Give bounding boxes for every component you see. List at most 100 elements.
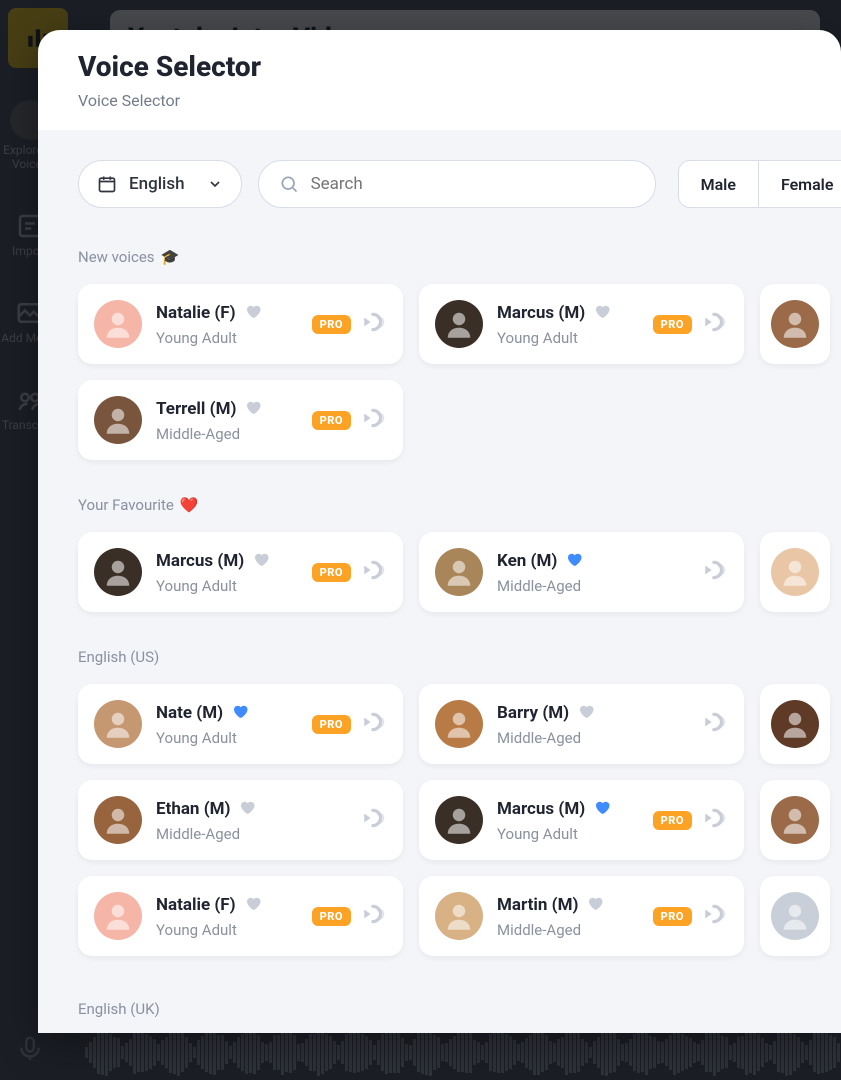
voice-avatar	[771, 892, 819, 940]
filter-bar: English Male Female	[78, 160, 841, 208]
play-preview-button[interactable]	[361, 405, 387, 435]
voice-name: Ethan (M)	[156, 799, 230, 819]
voice-card[interactable]: Barry (M) Middle-Aged	[419, 684, 744, 764]
voice-selector-modal: Voice Selector Voice Selector English Ma…	[38, 30, 841, 1033]
section-emoji: 🎓	[161, 248, 180, 266]
pro-badge: PRO	[312, 563, 351, 582]
voice-card[interactable]: Ethan (M) Middle-Aged	[78, 780, 403, 860]
segment-female[interactable]: Female	[759, 160, 841, 208]
favorite-heart-icon[interactable]	[231, 702, 249, 725]
favorite-heart-icon[interactable]	[565, 550, 583, 573]
play-preview-button[interactable]	[361, 805, 387, 835]
voice-age: Young Adult	[156, 577, 312, 595]
favorite-heart-icon[interactable]	[577, 702, 595, 725]
voice-name: Marcus (M)	[497, 799, 585, 819]
section-label-en-uk: English (UK)	[78, 1000, 841, 1018]
play-preview-button[interactable]	[702, 557, 728, 587]
favorite-heart-icon[interactable]	[244, 894, 262, 917]
voice-age: Young Adult	[156, 921, 312, 939]
voice-age: Young Adult	[497, 329, 653, 347]
voice-card[interactable]	[760, 684, 830, 764]
modal-body: English Male Female New voices🎓 Natalie (…	[38, 130, 841, 1033]
section-label: New voices🎓	[78, 248, 841, 266]
voice-age: Middle-Aged	[156, 825, 361, 843]
favorite-heart-icon[interactable]	[238, 798, 256, 821]
voice-card-grid: Marcus (M)Young AdultPRO Ken (M) Middle-Ag…	[78, 532, 841, 612]
voice-name: Natalie (F)	[156, 895, 236, 915]
voice-avatar	[94, 796, 142, 844]
voice-card[interactable]	[760, 532, 830, 612]
voice-card[interactable]: Natalie (F) Young AdultPRO	[78, 876, 403, 956]
voice-section-fav: Your Favourite❤️ Marcus (M)Young AdultPRO…	[78, 496, 841, 612]
pro-badge: PRO	[312, 907, 351, 926]
modal-header: Voice Selector Voice Selector	[38, 30, 841, 130]
language-select-label: English	[129, 174, 185, 194]
section-label: English (US)	[78, 648, 841, 666]
voice-card[interactable]	[760, 284, 830, 364]
pro-badge: PRO	[653, 811, 692, 830]
voice-avatar	[435, 892, 483, 940]
section-label: Your Favourite❤️	[78, 496, 841, 514]
voice-name: Martin (M)	[497, 895, 578, 915]
language-select[interactable]: English	[78, 160, 242, 208]
search-input[interactable]	[311, 174, 635, 194]
search-icon	[279, 174, 299, 194]
modal-subtitle: Voice Selector	[78, 91, 801, 110]
voice-card[interactable]: Marcus (M) Young AdultPRO	[419, 780, 744, 860]
play-preview-button[interactable]	[361, 557, 387, 587]
voice-card[interactable]	[760, 876, 830, 956]
voice-section-en_us: English (US)Nate (M)Young AdultPROBarry …	[78, 648, 841, 956]
voice-avatar	[435, 796, 483, 844]
favorite-heart-icon[interactable]	[593, 798, 611, 821]
voice-age: Young Adult	[156, 329, 312, 347]
favorite-heart-icon[interactable]	[244, 302, 262, 325]
voice-card[interactable]: Ken (M) Middle-Aged	[419, 532, 744, 612]
gender-segment: Male Female	[678, 160, 841, 208]
voice-avatar	[435, 700, 483, 748]
voice-name: Terrell (M)	[156, 399, 236, 419]
voice-age: Middle-Aged	[156, 425, 312, 443]
voice-age: Middle-Aged	[497, 577, 702, 595]
favorite-heart-icon[interactable]	[252, 550, 270, 573]
voice-name: Barry (M)	[497, 703, 569, 723]
voice-avatar	[771, 796, 819, 844]
voice-card[interactable]: Nate (M) Young AdultPRO	[78, 684, 403, 764]
voice-age: Young Adult	[156, 729, 312, 747]
favorite-heart-icon[interactable]	[244, 398, 262, 421]
voice-age: Middle-Aged	[497, 921, 653, 939]
voice-card[interactable]: Martin (M) Middle-AgedPRO	[419, 876, 744, 956]
play-preview-button[interactable]	[702, 901, 728, 931]
play-preview-button[interactable]	[702, 709, 728, 739]
play-preview-button[interactable]	[361, 709, 387, 739]
voice-name: Ken (M)	[497, 551, 557, 571]
voice-age: Young Adult	[497, 825, 653, 843]
calendar-icon	[97, 174, 117, 194]
voice-card[interactable]: Natalie (F) Young AdultPRO	[78, 284, 403, 364]
voice-age: Middle-Aged	[497, 729, 702, 747]
chevron-down-icon	[207, 176, 223, 192]
voice-avatar	[94, 548, 142, 596]
segment-male[interactable]: Male	[678, 160, 759, 208]
voice-name: Nate (M)	[156, 703, 223, 723]
voice-avatar	[94, 300, 142, 348]
pro-badge: PRO	[653, 907, 692, 926]
voice-avatar	[94, 700, 142, 748]
pro-badge: PRO	[312, 411, 351, 430]
voice-card[interactable]: Marcus (M)Young AdultPRO	[419, 284, 744, 364]
voice-name: Marcus (M)	[497, 303, 585, 323]
search-field[interactable]	[258, 160, 656, 208]
play-preview-button[interactable]	[361, 309, 387, 339]
pro-badge: PRO	[312, 315, 351, 334]
voice-avatar	[94, 396, 142, 444]
play-preview-button[interactable]	[702, 309, 728, 339]
voice-card[interactable]: Marcus (M)Young AdultPRO	[78, 532, 403, 612]
voice-avatar	[771, 300, 819, 348]
voice-card[interactable]	[760, 780, 830, 860]
favorite-heart-icon[interactable]	[593, 302, 611, 325]
voice-name: Natalie (F)	[156, 303, 236, 323]
favorite-heart-icon[interactable]	[586, 894, 604, 917]
voice-card[interactable]: Terrell (M) Middle-AgedPRO	[78, 380, 403, 460]
pro-badge: PRO	[312, 715, 351, 734]
play-preview-button[interactable]	[361, 901, 387, 931]
play-preview-button[interactable]	[702, 805, 728, 835]
